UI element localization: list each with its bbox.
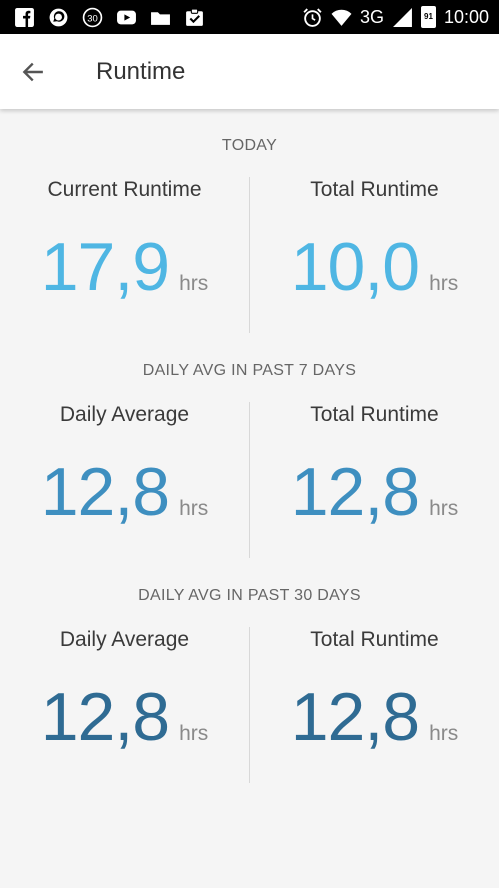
stat-value-row: 12,8 hrs (0, 458, 249, 526)
page-title: Runtime (96, 58, 186, 85)
status-bar: 30 3G 91 10:00 (0, 0, 499, 34)
network-type: 3G (359, 6, 384, 27)
stat-label: Total Runtime (310, 628, 439, 651)
stat-value-row: 12,8 hrs (250, 458, 499, 526)
stat-value: 12,8 (290, 454, 420, 530)
stat-unit: hrs (429, 272, 459, 295)
youtube-icon (117, 10, 136, 24)
system-status: 3G 91 10:00 (302, 6, 489, 28)
stat-label: Total Runtime (310, 403, 439, 426)
stat-unit: hrs (429, 497, 459, 520)
stat-unit: hrs (179, 722, 209, 745)
battery-icon: 91 (420, 6, 436, 28)
stat-value-row: 12,8 hrs (0, 683, 249, 751)
whatsapp-icon (49, 8, 68, 26)
arrow-left-icon (22, 62, 43, 82)
stat-value-row: 17,9 hrs (0, 233, 249, 301)
section-heading-today: TODAY (221, 137, 278, 154)
stat-label: Daily Average (59, 403, 190, 426)
calendar-30-icon: 30 (82, 7, 103, 27)
section-heading-30-days: DAILY AVG IN PAST 30 DAYS (138, 587, 361, 604)
stat-unit: hrs (179, 497, 209, 520)
app-bar: Runtime (0, 34, 499, 109)
stat-label: Total Runtime (310, 178, 439, 201)
facebook-icon (15, 7, 34, 27)
stat-value: 12,8 (40, 679, 170, 755)
section-heading-7-days: DAILY AVG IN PAST 7 DAYS (142, 362, 357, 379)
stat-label: Current Runtime (47, 178, 202, 201)
notification-icons: 30 (14, 6, 205, 28)
stat-value-row: 10,0 hrs (250, 233, 499, 301)
wifi-icon (331, 9, 352, 26)
stat-unit: hrs (179, 272, 209, 295)
alarm-icon (303, 7, 322, 27)
back-button[interactable] (14, 54, 52, 90)
folder-icon (151, 11, 170, 25)
stat-unit: hrs (429, 722, 459, 745)
stat-value: 10,0 (290, 229, 420, 305)
battery-level: 91 (424, 12, 433, 21)
clock: 10:00 (443, 6, 489, 27)
stat-value: 17,9 (40, 229, 170, 305)
signal-icon (393, 7, 412, 27)
stat-value-row: 12,8 hrs (250, 683, 499, 751)
stat-label: Daily Average (59, 628, 190, 651)
calendar-day-text: 30 (87, 13, 98, 24)
stat-value: 12,8 (290, 679, 420, 755)
stat-value: 12,8 (40, 454, 170, 530)
clipboard-check-icon (186, 8, 203, 26)
